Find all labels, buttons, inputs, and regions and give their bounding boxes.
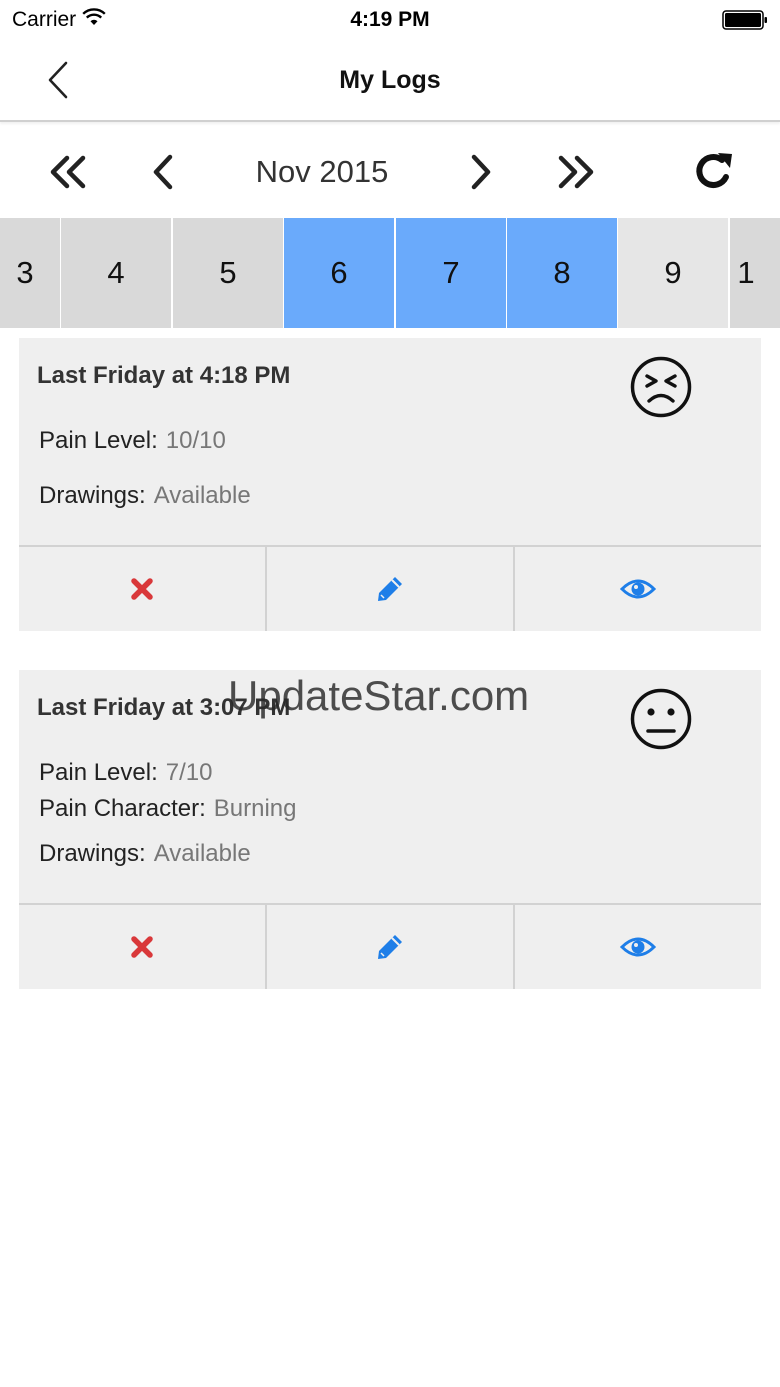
drawings-label: Drawings: — [39, 482, 146, 509]
month-label: Nov 2015 — [255, 154, 389, 189]
day-number: 5 — [219, 255, 237, 290]
day-cell[interactable]: 1 — [730, 218, 780, 328]
view-button[interactable] — [513, 905, 761, 989]
pain-character-label: Pain Character: — [39, 795, 206, 822]
pain-face-icon — [630, 356, 692, 418]
drawings-value: Available — [153, 840, 251, 867]
double-chevron-left-icon[interactable] — [46, 150, 88, 194]
close-icon — [131, 936, 153, 958]
day-cell[interactable]: 9 — [618, 218, 728, 328]
edit-button[interactable] — [265, 547, 513, 631]
month-navigator: Nov 2015 — [0, 124, 780, 218]
double-chevron-right-icon[interactable] — [556, 150, 598, 194]
pain-level-value: 10/10 — [165, 427, 226, 454]
pencil-icon — [378, 935, 402, 959]
chevron-right-icon[interactable] — [466, 150, 496, 194]
close-icon — [131, 578, 153, 600]
day-cell-selected[interactable]: 7 — [396, 218, 506, 328]
log-actions — [19, 545, 761, 631]
chevron-left-icon[interactable] — [148, 150, 178, 194]
pain-character-value: Burning — [213, 795, 297, 822]
pain-level-field: Pain Level: 7/10 — [39, 759, 212, 787]
day-number: 3 — [16, 255, 34, 290]
pain-level-field: Pain Level: 10/10 — [39, 427, 226, 455]
page-title: My Logs — [339, 66, 441, 94]
log-title: Last Friday at 4:18 PM — [37, 362, 291, 389]
drawings-field: Drawings: Available — [39, 482, 251, 510]
eye-icon — [620, 937, 656, 957]
delete-button[interactable] — [19, 547, 265, 631]
navigation-bar: My Logs — [0, 40, 780, 122]
drawings-field: Drawings: Available — [39, 840, 251, 868]
pain-level-label: Pain Level: — [39, 427, 158, 454]
pencil-icon — [378, 577, 402, 601]
view-button[interactable] — [513, 547, 761, 631]
day-cell[interactable]: 3 — [0, 218, 60, 328]
delete-button[interactable] — [19, 905, 265, 989]
log-actions — [19, 903, 761, 989]
status-bar: Carrier 4:19 PM — [0, 0, 780, 40]
log-card: Last Friday at 4:18 PM Pain Level: 10/10 … — [19, 338, 761, 631]
day-cell-selected[interactable]: 6 — [284, 218, 394, 328]
neutral-face-icon — [630, 688, 692, 750]
day-number: 8 — [553, 255, 571, 290]
day-strip: 3 4 5 6 7 8 9 1 — [0, 218, 780, 328]
day-cell-selected[interactable]: 8 — [507, 218, 617, 328]
pain-character-field: Pain Character: Burning — [39, 795, 296, 823]
drawings-label: Drawings: — [39, 840, 146, 867]
watermark: UpdateStar.com — [228, 672, 530, 719]
eye-icon — [620, 579, 656, 599]
day-number: 7 — [442, 255, 460, 290]
day-number: 4 — [107, 255, 125, 290]
pain-level-value: 7/10 — [165, 759, 213, 786]
day-number: 6 — [330, 255, 348, 290]
refresh-icon[interactable] — [692, 150, 736, 194]
day-number: 9 — [664, 255, 682, 290]
edit-button[interactable] — [265, 905, 513, 989]
day-number: 1 — [737, 255, 755, 290]
day-cell[interactable]: 4 — [61, 218, 171, 328]
battery-icon — [722, 10, 767, 30]
pain-level-label: Pain Level: — [39, 759, 158, 786]
drawings-value: Available — [153, 482, 251, 509]
status-time: 4:19 PM — [350, 8, 430, 31]
day-cell[interactable]: 5 — [173, 218, 283, 328]
